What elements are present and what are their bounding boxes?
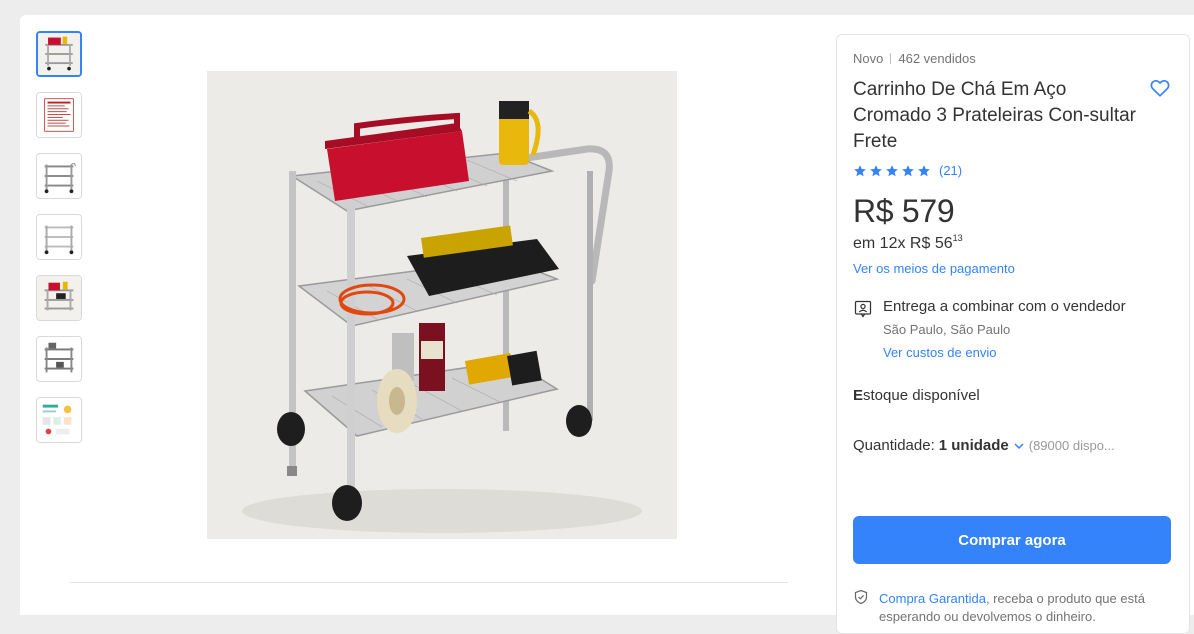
quantity-value[interactable]: 1 unidade [939,437,1009,454]
price: R$ 579 [853,193,955,229]
chevron-down-icon[interactable] [1013,440,1025,452]
shield-check-icon [854,589,868,605]
star-icon [918,164,930,176]
star-icon [902,164,914,176]
buy-now-button[interactable]: Comprar agora [853,516,1171,564]
quantity-label: Quantidade: [853,437,935,454]
quantity-selector[interactable]: Quantidade: 1 unidade (89000 dispo... [853,437,1115,454]
review-count[interactable]: (21) [939,163,962,178]
stock-first-letter: E [853,387,864,404]
installments: em 12x R$ 5613 [853,233,963,253]
thumbnail-7[interactable] [36,397,82,443]
delivery-icon [854,300,872,318]
thumbnail-5[interactable] [36,275,82,321]
thumbnail-4[interactable] [36,214,82,260]
star-icon [854,164,866,176]
thumbnail-2[interactable] [36,92,82,138]
delivery-city: São Paulo, São Paulo [883,322,1011,337]
stock-text: stoque disponível [863,387,980,404]
thumbnail-6[interactable] [36,336,82,382]
installments-cents: 13 [952,233,963,243]
main-product-image[interactable] [207,71,677,539]
available-quantity: (89000 dispo... [1028,438,1115,453]
section-divider [70,582,788,583]
delivery-title: Entrega a combinar com o vendedor [883,298,1126,315]
thumbnail-1[interactable] [36,31,82,77]
top-bar [0,0,1194,14]
installments-amount: em 12x R$ 56 [853,235,953,252]
sold-count: 462 vendidos [898,51,976,66]
rating[interactable]: (21) [853,163,962,178]
product-title: Carrinho De Chá Em Aço Cromado 3 Pratele… [853,79,1137,152]
condition-label: Novo [853,51,884,66]
stock-status: Estoque disponível [853,387,980,404]
heart-icon[interactable] [1149,77,1171,99]
thumbnail-3[interactable] [36,153,82,199]
payment-methods-link[interactable]: Ver os meios de pagamento [853,261,1015,276]
product-card: Novo 462 vendidos Carrinho De Chá Em Aço … [20,15,1194,634]
divider-bar [890,53,892,64]
purchase-guarantee: Compra Garantida, receba o produto que e… [879,590,1179,626]
condition-sold: Novo 462 vendidos [853,51,976,66]
star-icon [870,164,882,176]
guarantee-link[interactable]: Compra Garantida [879,591,986,606]
shipping-costs-link[interactable]: Ver custos de envio [883,345,996,360]
star-icon [886,164,898,176]
buy-box: Novo 462 vendidos Carrinho De Chá Em Aço … [836,34,1190,634]
